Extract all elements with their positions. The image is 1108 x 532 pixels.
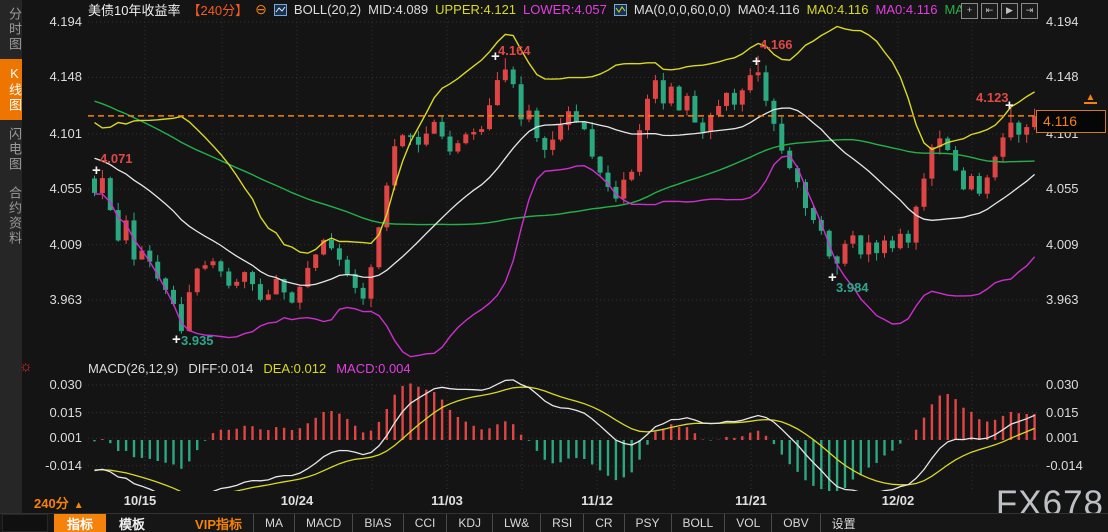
chart-canvas[interactable]	[0, 0, 1108, 532]
bottom-tab-KDJ[interactable]: KDJ	[446, 514, 492, 532]
bottom-tab-BOLL[interactable]: BOLL	[671, 514, 725, 532]
macd-dea-value: DEA:0.012	[263, 361, 326, 376]
price-axis-label: 4.194	[1046, 14, 1098, 29]
macd-axis-label: 0.030	[30, 377, 82, 392]
date-axis-label: 11/21	[735, 493, 767, 508]
sidebar: 分时图K线图闪电图合约资料	[0, 0, 22, 532]
collapse-indicator-icon[interactable]: ⊖	[255, 1, 267, 18]
sidebar-item-4[interactable]: 合约资料	[0, 179, 22, 253]
boll-indicator-icon[interactable]	[274, 4, 287, 16]
date-axis-label: 10/15	[124, 493, 157, 508]
current-price-box: 4.116	[1036, 110, 1106, 133]
price-axis-label: 4.009	[1046, 237, 1098, 252]
play-icon[interactable]: ▶	[1001, 3, 1018, 19]
corner-cell	[2, 514, 48, 532]
ma-name: MA(0,0,0,60,0,0)	[634, 2, 731, 17]
extreme-cross-marker: +	[752, 54, 761, 69]
pan-right-icon[interactable]: ⇥	[1021, 3, 1038, 19]
date-axis-label: 11/03	[431, 493, 463, 508]
bottom-tab-CR[interactable]: CR	[583, 514, 623, 532]
boll-mid-value: MID:4.089	[368, 2, 428, 17]
ma-indicator-icon[interactable]	[614, 4, 627, 16]
extreme-cross-marker: +	[828, 270, 837, 285]
sidebar-item-2[interactable]: K线图	[0, 59, 22, 120]
price-axis-label: 4.148	[30, 69, 82, 84]
bottom-tab-MACD[interactable]: MACD	[294, 514, 352, 532]
bottom-tab-LW&[interactable]: LW&	[492, 514, 540, 532]
price-annotation: 3.984	[836, 280, 869, 295]
macd-axis-label: 0.001	[30, 430, 82, 445]
macd-axis-label: 0.030	[1046, 377, 1098, 392]
macd-hist-value: MACD:0.004	[336, 361, 410, 376]
macd-diff-value: DIFF:0.014	[188, 361, 253, 376]
bottom-tab-CCI[interactable]: CCI	[403, 514, 447, 532]
macd-axis-label: 0.015	[30, 405, 82, 420]
sidebar-item-3[interactable]: 闪电图	[0, 120, 22, 179]
bottom-tab-VOL[interactable]: VOL	[724, 514, 771, 532]
price-annotation: 4.166	[760, 37, 793, 52]
macd-axis-label: -0.014	[30, 458, 82, 473]
boll-lower-value: LOWER:4.057	[523, 2, 607, 17]
price-axis-label: 4.055	[30, 181, 82, 196]
xaxis-period-label[interactable]: 240分▲	[34, 493, 84, 512]
price-axis-label: 3.963	[1046, 292, 1098, 307]
ma2-value: MA0:4.116	[807, 2, 869, 17]
extreme-cross-marker: +	[491, 49, 500, 64]
bottom-tab-设置[interactable]: 设置	[820, 514, 867, 532]
price-axis-label: 4.055	[1046, 181, 1098, 196]
macd-name[interactable]: MACD(26,12,9)	[88, 361, 178, 376]
macd-axis-label: 0.001	[1046, 430, 1098, 445]
macd-axis-label: 0.015	[1046, 405, 1098, 420]
pan-left-icon[interactable]: ⇤	[981, 3, 998, 19]
ma3-value: MA0:4.116	[876, 2, 938, 17]
bottom-tab-BIAS[interactable]: BIAS	[352, 514, 402, 532]
boll-upper-value: UPPER:4.121	[435, 2, 516, 17]
date-axis-label: 10/24	[281, 493, 314, 508]
price-axis-label: 3.963	[30, 292, 82, 307]
date-axis-label: 12/02	[882, 493, 915, 508]
app-window: 分时图K线图闪电图合约资料 美债10年收益率 【240分】 ⊖ BOLL(20,…	[0, 0, 1108, 532]
topbar: 美债10年收益率 【240分】 ⊖ BOLL(20,2) MID:4.089 U…	[88, 1, 964, 18]
bottom-tab-OBV[interactable]: OBV	[771, 514, 819, 532]
extreme-cross-marker: +	[92, 163, 101, 178]
price-annotation: 4.071	[100, 151, 133, 166]
price-annotation: 4.164	[498, 43, 531, 58]
period-label[interactable]: 【240分】	[187, 0, 248, 19]
bottom-tab-RSI[interactable]: RSI	[540, 514, 583, 532]
price-axis-label: 4.194	[30, 14, 82, 29]
macd-axis-label: -0.014	[1046, 458, 1098, 473]
bottom-tab-PSY[interactable]: PSY	[624, 514, 671, 532]
extreme-cross-marker: +	[1005, 98, 1014, 113]
bottom-tabbar: 指标模板 VIP指标MAMACDBIASCCIKDJLW&RSICRPSYBOLL…	[0, 513, 1108, 532]
alert-icon: ☼	[19, 358, 33, 375]
price-annotation: 4.123	[976, 90, 1009, 105]
scroll-to-latest-icon[interactable]: ▲	[1084, 93, 1097, 104]
price-annotation: 3.935	[181, 333, 214, 348]
bottom-tab-VIP指标[interactable]: VIP指标	[184, 514, 253, 532]
bottom-tab-模板[interactable]: 模板	[106, 514, 158, 532]
bottom-tab-指标[interactable]: 指标	[54, 514, 106, 532]
instrument-title: 美债10年收益率	[88, 0, 180, 19]
price-axis-label: 4.101	[30, 126, 82, 141]
crosshair-icon[interactable]: +	[961, 3, 978, 19]
bottom-tab-MA[interactable]: MA	[253, 514, 294, 532]
boll-name: BOLL(20,2)	[294, 2, 361, 17]
date-axis-label: 11/12	[581, 493, 613, 508]
chart-toolbar: +⇤▶⇥	[961, 3, 1038, 19]
period-arrow-icon: ▲	[74, 500, 84, 511]
macd-header: MACD(26,12,9) DIFF:0.014 DEA:0.012 MACD:…	[88, 361, 411, 376]
extreme-cross-marker: +	[172, 332, 181, 347]
sidebar-item-1[interactable]: 分时图	[0, 0, 22, 59]
ma1-value: MA0:4.116	[738, 2, 800, 17]
price-axis-label: 4.148	[1046, 69, 1098, 84]
price-axis-label: 4.009	[30, 237, 82, 252]
